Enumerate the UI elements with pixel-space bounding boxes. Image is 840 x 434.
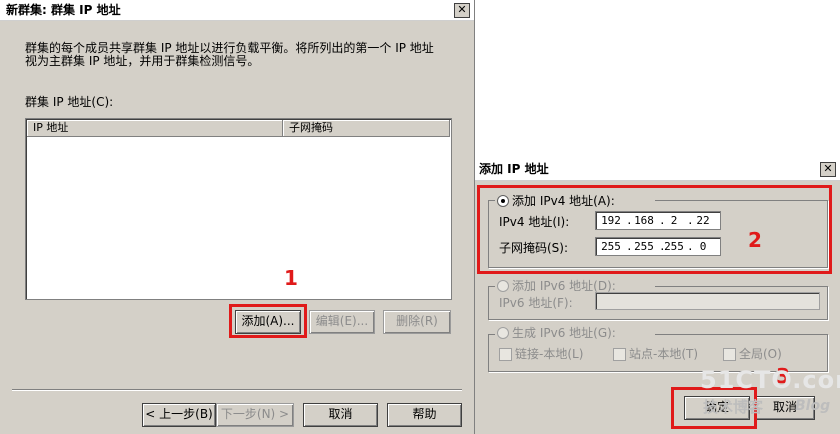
annotation-box-1: [229, 304, 307, 338]
watermark-blog: Blog: [795, 398, 831, 414]
site-local-label: 站点-本地(T): [629, 347, 699, 361]
ipv6-radio[interactable]: [497, 280, 509, 292]
annotation-marker-1: 1: [284, 266, 298, 290]
column-ip-address[interactable]: IP 地址: [27, 120, 283, 136]
new-cluster-wizard-window: 新群集: 群集 IP 地址 ✕ 群集的每个成员共享群集 IP 地址以进行负载平衡…: [0, 0, 475, 434]
list-header: IP 地址 子网掩码: [27, 120, 450, 137]
ipv6-address-field[interactable]: [595, 292, 820, 310]
generate-ipv6-radio[interactable]: [497, 327, 509, 339]
back-button[interactable]: < 上一步(B): [142, 403, 216, 427]
column-subnet-mask[interactable]: 子网掩码: [283, 120, 450, 136]
global-label: 全局(O): [739, 347, 782, 361]
generate-ipv6-option-label: 生成 IPv6 地址(G):: [512, 326, 616, 340]
cancel-button[interactable]: 取消: [303, 403, 378, 427]
ipv6-address-label: IPv6 地址(F):: [499, 296, 573, 310]
site-local-checkbox[interactable]: [613, 348, 626, 361]
next-button[interactable]: 下一步(N) >: [216, 403, 294, 427]
wizard-title-bar[interactable]: 新群集: 群集 IP 地址 ✕: [0, 0, 474, 21]
footer-separator: [12, 389, 462, 391]
generate-ipv6-option-row[interactable]: 生成 IPv6 地址(G):: [495, 325, 655, 341]
annotation-marker-2: 2: [748, 228, 762, 252]
wizard-description-line2: 视为主群集 IP 地址，并用于群集检测信号。: [25, 54, 260, 68]
dialog-title: 添加 IP 地址: [479, 162, 549, 176]
link-local-checkbox[interactable]: [499, 348, 512, 361]
close-icon[interactable]: ✕: [454, 3, 470, 18]
close-icon[interactable]: ✕: [820, 162, 836, 177]
cluster-ip-list[interactable]: IP 地址 子网掩码: [25, 118, 452, 300]
wizard-title: 新群集: 群集 IP 地址: [6, 3, 121, 17]
edit-button[interactable]: 编辑(E)...: [309, 310, 375, 334]
annotation-box-2: [477, 185, 832, 274]
watermark-subtitle: 技术博客: [703, 398, 764, 416]
global-checkbox[interactable]: [723, 348, 736, 361]
help-button[interactable]: 帮助: [387, 403, 462, 427]
cluster-ip-list-label: 群集 IP 地址(C):: [25, 95, 114, 109]
link-local-label: 链接-本地(L): [515, 347, 584, 361]
dialog-title-bar[interactable]: 添加 IP 地址 ✕: [475, 158, 840, 181]
remove-button[interactable]: 删除(R): [383, 310, 451, 334]
watermark-site: 51CTO.com: [700, 366, 840, 394]
